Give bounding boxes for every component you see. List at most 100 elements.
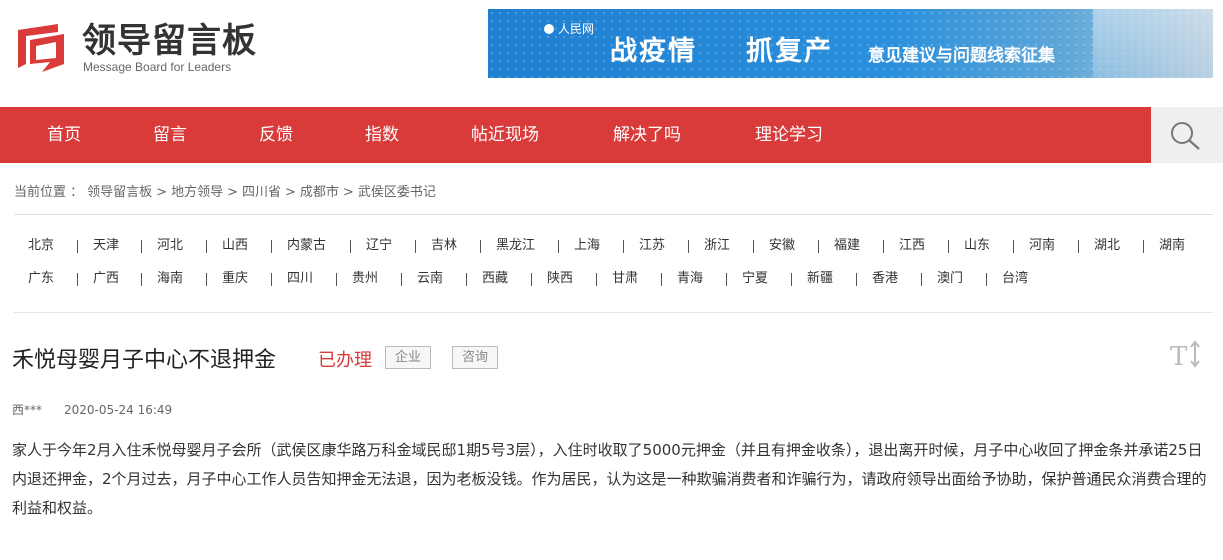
region-link[interactable]: 四川 [287, 265, 313, 293]
region-separator [336, 273, 337, 286]
region-separator [726, 273, 727, 286]
region-link[interactable]: 江西 [899, 232, 925, 260]
region-separator [350, 240, 351, 253]
region-link[interactable]: 贵州 [352, 265, 378, 293]
region-separator [661, 273, 662, 286]
post-body: 家人于今年2月入住禾悦母婴月子会所（武侯区康华路万科金域民邸1期5号3层），入住… [12, 441, 1207, 517]
region-link[interactable]: 台湾 [1002, 265, 1028, 293]
site-logo[interactable]: 领导留言板 Message Board for Leaders [14, 20, 284, 80]
region-separator [688, 240, 689, 253]
banner-headline-a: 战疫情 [610, 36, 697, 67]
region-separator [986, 273, 987, 286]
region-link[interactable]: 北京 [28, 232, 54, 260]
region-link[interactable]: 重庆 [222, 265, 248, 293]
region-separator [401, 273, 402, 286]
region-link[interactable]: 江苏 [639, 232, 665, 260]
region-separator [856, 273, 857, 286]
nav-item-index[interactable]: 指数 [365, 107, 399, 163]
region-separator [206, 273, 207, 286]
region-link[interactable]: 吉林 [431, 232, 457, 260]
search-icon [1171, 122, 1200, 150]
region-link[interactable]: 河北 [157, 232, 183, 260]
logo-mark-icon [18, 24, 64, 72]
region-link[interactable]: 香港 [872, 265, 898, 293]
region-link[interactable]: 安徽 [769, 232, 795, 260]
region-link[interactable]: 青海 [677, 265, 703, 293]
font-size-toggle-icon[interactable]: T [1168, 338, 1204, 370]
region-selector: 北京 天津 河北 山西 内蒙古 辽宁 吉林 黑龙江 上海 江苏 浙江 安徽 福建 江西 山东 河南 湖北 湖南 广… [14, 232, 1213, 296]
region-link[interactable]: 内蒙古 [287, 232, 326, 260]
main-nav: 首页 留言 反馈 指数 帖近现场 解决了吗 理论学习 [0, 107, 1223, 163]
region-link[interactable]: 福建 [834, 232, 860, 260]
region-separator [141, 273, 142, 286]
region-link[interactable]: 上海 [574, 232, 600, 260]
post-author: 西*** [12, 403, 43, 417]
search-button[interactable] [1151, 107, 1223, 163]
region-link[interactable]: 广东 [28, 265, 54, 293]
region-separator [1078, 240, 1079, 253]
region-separator [466, 273, 467, 286]
campaign-banner[interactable]: 人民网 战疫情 抓复产 意见建议与问题线索征集 [488, 9, 1213, 78]
region-separator [77, 240, 78, 253]
region-separator [921, 273, 922, 286]
region-link[interactable]: 新疆 [807, 265, 833, 293]
region-separator [883, 240, 884, 253]
site-header: 领导留言板 Message Board for Leaders 人民网 战疫情 … [0, 0, 1223, 107]
region-separator [141, 240, 142, 253]
region-separator [271, 240, 272, 253]
region-link[interactable]: 宁夏 [742, 265, 768, 293]
region-link[interactable]: 山东 [964, 232, 990, 260]
post-tag-type[interactable]: 咨询 [452, 346, 499, 369]
breadcrumb-sep: > [342, 185, 354, 200]
region-separator [791, 273, 792, 286]
nav-item-on-site[interactable]: 帖近现场 [471, 107, 539, 163]
region-link[interactable]: 黑龙江 [496, 232, 535, 260]
region-link[interactable]: 天津 [93, 232, 119, 260]
banner-source-text: 人民网 [558, 22, 595, 36]
breadcrumb-link-city[interactable]: 成都市 [300, 185, 339, 200]
nav-item-feedback[interactable]: 反馈 [259, 107, 293, 163]
region-separator [753, 240, 754, 253]
breadcrumb-sep: > [285, 185, 296, 200]
region-link[interactable]: 广西 [93, 265, 119, 293]
region-link[interactable]: 辽宁 [366, 232, 392, 260]
breadcrumb-link-province[interactable]: 四川省 [242, 185, 281, 200]
region-link[interactable]: 湖北 [1094, 232, 1120, 260]
svg-text:T: T [1170, 342, 1188, 370]
region-separator [77, 273, 78, 286]
region-link[interactable]: 陕西 [547, 265, 573, 293]
breadcrumb: 当前位置 ：领导留言板 > 地方领导 > 四川省 > 成都市 > 武侯区委书记 [14, 181, 440, 200]
region-separator [415, 240, 416, 253]
post-status: 已办理 [318, 350, 372, 371]
region-link[interactable]: 甘肃 [612, 265, 638, 293]
region-link[interactable]: 西藏 [482, 265, 508, 293]
breadcrumb-link-local[interactable]: 地方领导 [171, 185, 223, 200]
region-separator [596, 273, 597, 286]
region-link[interactable]: 山西 [222, 232, 248, 260]
region-link[interactable]: 澳门 [937, 265, 963, 293]
region-separator [206, 240, 207, 253]
nav-item-theory[interactable]: 理论学习 [755, 107, 823, 163]
region-link[interactable]: 湖南 [1159, 232, 1185, 260]
region-link[interactable]: 云南 [417, 265, 443, 293]
region-link[interactable]: 海南 [157, 265, 183, 293]
region-link[interactable]: 河南 [1029, 232, 1055, 260]
nav-item-home[interactable]: 首页 [47, 107, 81, 163]
region-link[interactable]: 浙江 [704, 232, 730, 260]
breadcrumb-prefix: 当前位置 ： [14, 185, 84, 200]
nav-item-resolved[interactable]: 解决了吗 [613, 107, 681, 163]
banner-headline-b: 抓复产 [746, 36, 833, 67]
breadcrumb-link-district[interactable]: 武侯区委书记 [358, 185, 436, 200]
region-separator [531, 273, 532, 286]
post-meta: 西*** 2020-05-24 16:49 [12, 401, 172, 418]
post-tag-category[interactable]: 企业 [385, 346, 432, 369]
post-title: 禾悦母婴月子中心不退押金 [12, 348, 277, 373]
breadcrumb-link-board[interactable]: 领导留言板 [87, 185, 152, 200]
banner-source-logo: 人民网 [544, 20, 594, 37]
nav-item-message[interactable]: 留言 [153, 107, 187, 163]
region-separator [1143, 240, 1144, 253]
post-date: 2020-05-24 16:49 [64, 403, 173, 417]
region-separator [1013, 240, 1014, 253]
region-separator [623, 240, 624, 253]
region-separator [818, 240, 819, 253]
